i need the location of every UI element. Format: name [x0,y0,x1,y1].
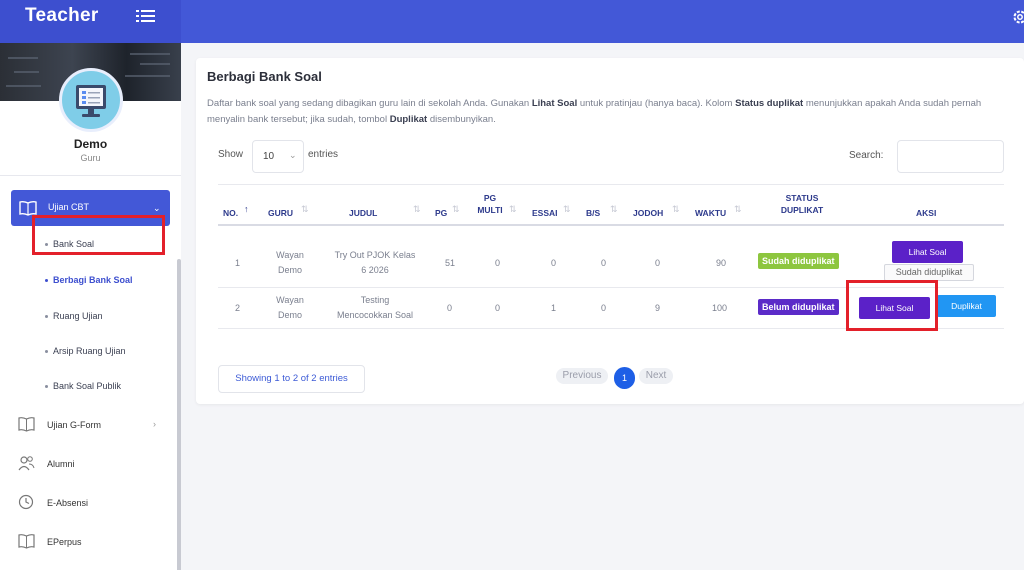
brand-area: Teacher [0,0,181,43]
entries-label: entries [308,149,339,160]
th-pg[interactable]: PG [435,207,447,219]
sidebar: Demo Guru Ujian CBT ⌄ Bank Soal Berbagi … [0,43,181,570]
sort-icon: ⇅ [509,204,517,214]
th-aksi: AKSI [916,208,937,218]
sort-icon: ⇅ [301,204,309,214]
highlight-box-menu [32,215,165,255]
pagination-page-1[interactable]: 1 [614,367,635,389]
menu-toggle-icon[interactable] [136,7,156,25]
submenu-bank-soal-publik[interactable]: Bank Soal Publik [45,381,121,391]
chevron-right-icon: › [153,419,156,429]
th-waktu[interactable]: WAKTU [695,207,726,219]
table-top-border [218,184,1004,185]
page-length-select[interactable]: 10 ⌄ [252,140,304,173]
avatar [59,68,123,132]
sort-asc-icon: ↑ [244,204,249,214]
menu-e-absensi[interactable]: E-Absensi [18,494,168,514]
th-status-duplikat[interactable]: STATUS DUPLIKAT [768,192,836,216]
sort-icon: ⇅ [734,204,742,214]
sort-icon: ⇅ [413,204,421,214]
th-pg-multi[interactable]: PG MULTI [472,192,508,216]
menu-label: Ujian CBT [48,202,90,212]
highlight-box-action [846,280,938,331]
submenu-arsip-ruang-ujian[interactable]: Arsip Ruang Ujian [45,346,126,356]
chevron-down-icon: ⌄ [153,203,161,213]
th-bs[interactable]: B/S [586,207,600,219]
menu-ujian-gform[interactable]: Ujian G-Form › [18,416,168,436]
pagination-next[interactable]: Next [639,368,673,384]
user-role: Guru [80,153,101,163]
th-guru[interactable]: GURU [268,207,293,219]
settings-gear-icon[interactable] [1011,8,1024,26]
table-info: Showing 1 to 2 of 2 entries [218,365,365,393]
book-open-icon [19,200,37,216]
search-label: Search: [849,150,884,161]
table-header-border [218,224,1004,226]
sudah-diduplikat-button: Sudah diduplikat [884,264,974,281]
users-icon [18,456,35,471]
sort-icon: ⇅ [452,204,460,214]
pagination-previous[interactable]: Previous [556,368,608,384]
clock-icon [18,494,34,510]
status-badge: Belum diduplikat [758,299,839,315]
search-input[interactable] [897,140,1004,173]
user-name: Demo [73,137,108,151]
sort-icon: ⇅ [563,204,571,214]
sidebar-scrollbar[interactable] [177,259,181,570]
status-badge: Sudah diduplikat [758,253,839,269]
submenu-ruang-ujian[interactable]: Ruang Ujian [45,311,103,321]
menu-eperpus[interactable]: EPerpus [18,533,168,553]
book-icon [18,417,35,432]
show-label: Show [218,149,244,160]
book-icon [18,534,35,549]
divider [0,175,181,176]
th-essai[interactable]: ESSAI [532,207,558,219]
sort-icon: ⇅ [610,204,618,214]
th-jodoh[interactable]: JODOH [633,207,663,219]
page-title: Berbagi Bank Soal [207,69,322,84]
th-judul[interactable]: JUDUL [349,207,377,219]
submenu-berbagi-bank-soal[interactable]: Berbagi Bank Soal [45,275,133,285]
chevron-down-icon: ⌄ [289,150,297,160]
sort-icon: ⇅ [672,204,680,214]
th-no[interactable]: NO. [223,207,238,219]
duplikat-button[interactable]: Duplikat [937,295,996,317]
page-description: Daftar bank soal yang sedang dibagikan g… [207,98,982,125]
content-card: Berbagi Bank Soal Daftar bank soal yang … [196,58,1024,404]
menu-alumni[interactable]: Alumni [18,455,168,475]
lihat-soal-button[interactable]: Lihat Soal [892,241,963,263]
app-title: Teacher [25,5,99,26]
